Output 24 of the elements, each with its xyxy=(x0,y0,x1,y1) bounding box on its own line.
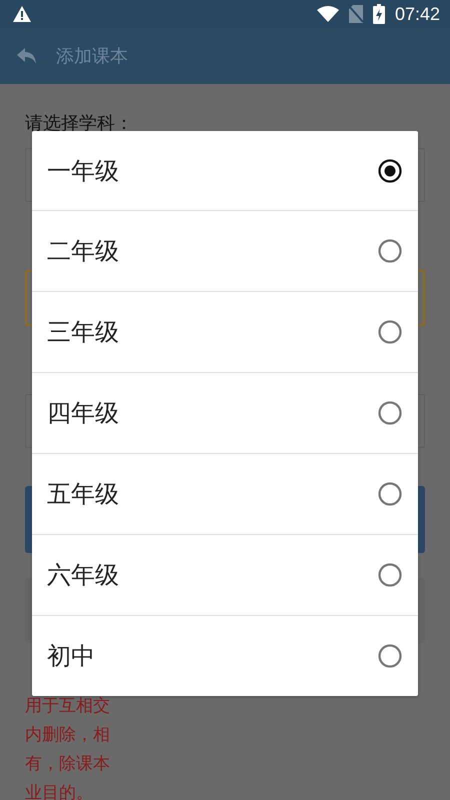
clock-time: 07:42 xyxy=(394,4,440,24)
grade-option[interactable]: 三年级 xyxy=(32,291,418,372)
notice-text: 用于互相交 xyxy=(25,695,110,718)
radio-button[interactable] xyxy=(378,563,402,587)
warning-icon xyxy=(12,5,32,23)
grade-option[interactable]: 初中 xyxy=(32,615,418,696)
radio-button[interactable] xyxy=(378,644,402,668)
grade-option[interactable]: 六年级 xyxy=(32,534,418,615)
screen-title: 添加课本 xyxy=(56,45,128,68)
radio-button[interactable] xyxy=(378,158,402,182)
back-arrow-icon[interactable] xyxy=(16,47,38,65)
radio-button[interactable] xyxy=(378,482,402,506)
notice-text: 业目的。 xyxy=(25,782,93,800)
radio-button[interactable] xyxy=(378,401,402,425)
grade-option[interactable]: 二年级 xyxy=(32,210,418,291)
notice-text: 有，除课本 xyxy=(25,753,110,776)
battery-charging-icon xyxy=(372,4,385,24)
radio-button[interactable] xyxy=(378,239,402,263)
grade-option[interactable]: 五年级 xyxy=(32,453,418,534)
grade-option[interactable]: 四年级 xyxy=(32,372,418,453)
no-sim-icon xyxy=(348,5,363,23)
radio-button[interactable] xyxy=(378,320,402,344)
wifi-icon xyxy=(316,6,339,22)
notice-text: 内删除，相 xyxy=(25,724,110,747)
